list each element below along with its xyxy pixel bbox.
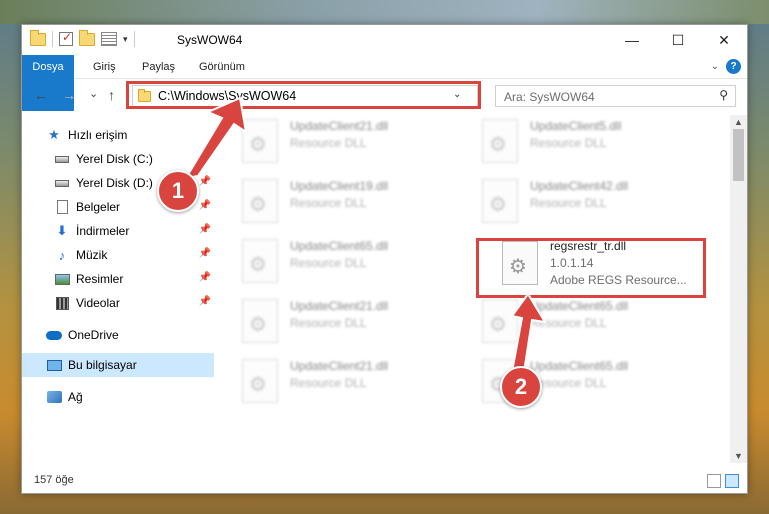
step-2-badge: 2 — [500, 366, 542, 408]
arrow-1-icon — [184, 96, 248, 180]
annotation-arrows — [184, 96, 547, 373]
arrow-2-icon — [510, 292, 547, 373]
step-1-badge: 1 — [157, 170, 199, 212]
